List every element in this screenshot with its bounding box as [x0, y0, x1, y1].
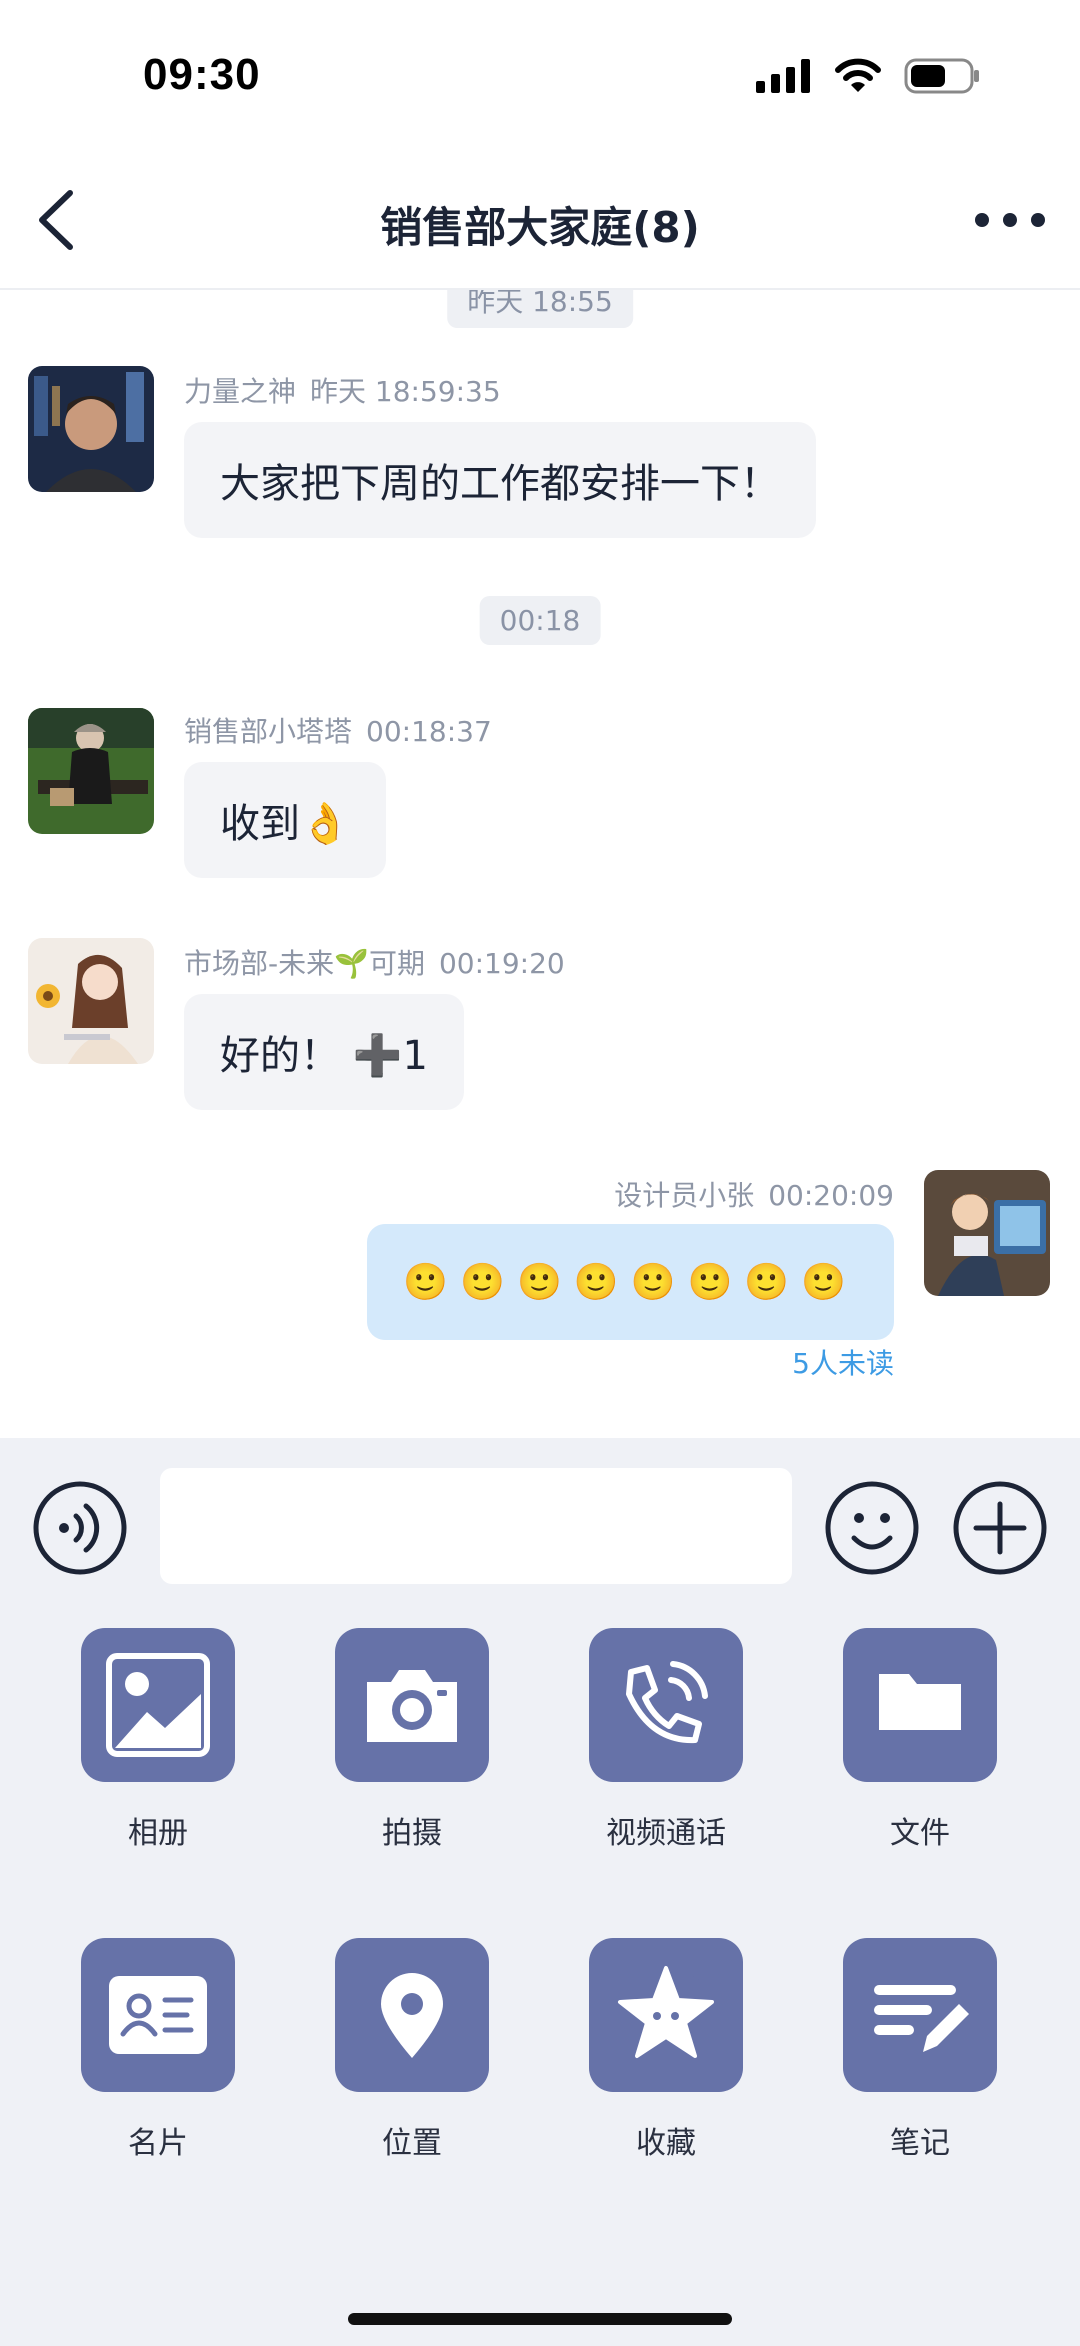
status-icons — [756, 58, 980, 94]
tool-tile[interactable] — [335, 1628, 489, 1782]
more-options-button[interactable] — [960, 190, 1060, 250]
input-row — [0, 1468, 1080, 1588]
cellular-signal-icon — [756, 59, 810, 93]
avatar[interactable] — [28, 708, 154, 834]
voice-icon — [33, 1481, 127, 1575]
time-separator: 00:18 — [479, 596, 601, 645]
tool-label: 位置 — [382, 2126, 442, 2161]
tool-tile[interactable] — [589, 1938, 743, 2092]
tool-tile[interactable] — [589, 1628, 743, 1782]
message-time: 00:19:20 — [438, 947, 565, 980]
tool-label: 相册 — [128, 1816, 188, 1851]
message-bubble[interactable]: 好的！ ➕1 — [184, 994, 464, 1110]
tool-notes[interactable]: 笔记 — [820, 1938, 1020, 2162]
message-bubble[interactable]: 收到👌 — [184, 762, 386, 878]
folder-icon — [879, 1674, 961, 1736]
tool-label: 笔记 — [890, 2126, 950, 2161]
tool-tile[interactable] — [843, 1628, 997, 1782]
tool-label: 收藏 — [636, 2126, 696, 2161]
message-bubble[interactable]: 🙂🙂🙂🙂🙂🙂🙂🙂 — [367, 1224, 894, 1340]
tool-video-call[interactable]: 视频通话 — [566, 1628, 766, 1852]
tool-favorites[interactable]: 收藏 — [566, 1938, 766, 2162]
message-input[interactable] — [160, 1468, 792, 1584]
battery-icon — [904, 58, 979, 94]
tool-camera[interactable]: 拍摄 — [312, 1628, 512, 1852]
tool-file[interactable]: 文件 — [820, 1628, 1020, 1852]
wifi-icon — [835, 58, 881, 92]
tool-album[interactable]: 相册 — [58, 1628, 258, 1852]
tool-label: 文件 — [890, 1816, 950, 1851]
home-indicator[interactable] — [348, 2313, 732, 2325]
sender-name: 销售部小塔塔 — [184, 715, 353, 748]
location-pin-icon — [381, 1973, 443, 2058]
smiley-icon — [825, 1481, 919, 1575]
tool-tile[interactable] — [81, 1628, 235, 1782]
more-dot-icon — [1003, 213, 1017, 227]
tool-label: 名片 — [128, 2126, 188, 2161]
message-meta: 力量之神 昨天 18:59:35 — [184, 370, 501, 410]
chat-title: 销售部大家庭(8) — [380, 203, 700, 252]
input-panel: 相册 拍摄 视频通话 文件 名片 位置 收藏 笔记 — [0, 1438, 1080, 2346]
message-time: 昨天 18:59:35 — [310, 375, 501, 408]
tool-business-card[interactable]: 名片 — [58, 1938, 258, 2162]
tool-tile[interactable] — [335, 1938, 489, 2092]
video-call-icon — [626, 1661, 708, 1744]
more-dot-icon — [975, 213, 989, 227]
time-separator: 昨天 18:55 — [447, 290, 633, 328]
message-time: 00:20:09 — [768, 1179, 894, 1212]
plus-circle-icon — [953, 1481, 1047, 1575]
avatar[interactable] — [28, 366, 154, 492]
tool-tile[interactable] — [843, 1938, 997, 2092]
message-bubble[interactable]: 大家把下周的工作都安排一下！ — [184, 422, 816, 538]
message-meta: 设计员小张 00:20:09 — [614, 1174, 894, 1214]
favorite-star-icon — [618, 1966, 714, 2058]
sender-name: 市场部-未来🌱可期 — [184, 947, 425, 980]
sender-name: 设计员小张 — [614, 1179, 755, 1212]
emoji-button[interactable] — [824, 1480, 920, 1576]
camera-icon — [367, 1670, 457, 1742]
read-status[interactable]: 5人未读 — [792, 1342, 894, 1382]
message-meta: 销售部小塔塔 00:18:37 — [184, 710, 492, 750]
voice-button[interactable] — [32, 1480, 128, 1576]
tool-tile[interactable] — [81, 1938, 235, 2092]
status-bar: 09:30 — [0, 0, 1080, 150]
more-dot-icon — [1031, 213, 1045, 227]
avatar[interactable] — [28, 938, 154, 1064]
tool-label: 视频通话 — [606, 1816, 726, 1851]
chat-message-list[interactable]: 昨天 18:55 力量之神 昨天 18:59:35 大家把下周的工作都安排一下！ … — [0, 290, 1080, 1438]
business-card-icon — [109, 1976, 207, 2054]
note-pencil-icon — [874, 1985, 969, 2052]
nav-bar: 销售部大家庭(8) — [0, 150, 1080, 290]
sender-name: 力量之神 — [184, 375, 297, 408]
status-time: 09:30 — [143, 50, 261, 99]
tool-location[interactable]: 位置 — [312, 1938, 512, 2162]
more-tools-button[interactable] — [952, 1480, 1048, 1576]
photo-album-icon — [106, 1653, 210, 1757]
message-meta: 市场部-未来🌱可期 00:19:20 — [184, 942, 565, 982]
message-time: 00:18:37 — [366, 715, 492, 748]
tool-label: 拍摄 — [382, 1816, 442, 1851]
avatar[interactable] — [924, 1170, 1050, 1296]
